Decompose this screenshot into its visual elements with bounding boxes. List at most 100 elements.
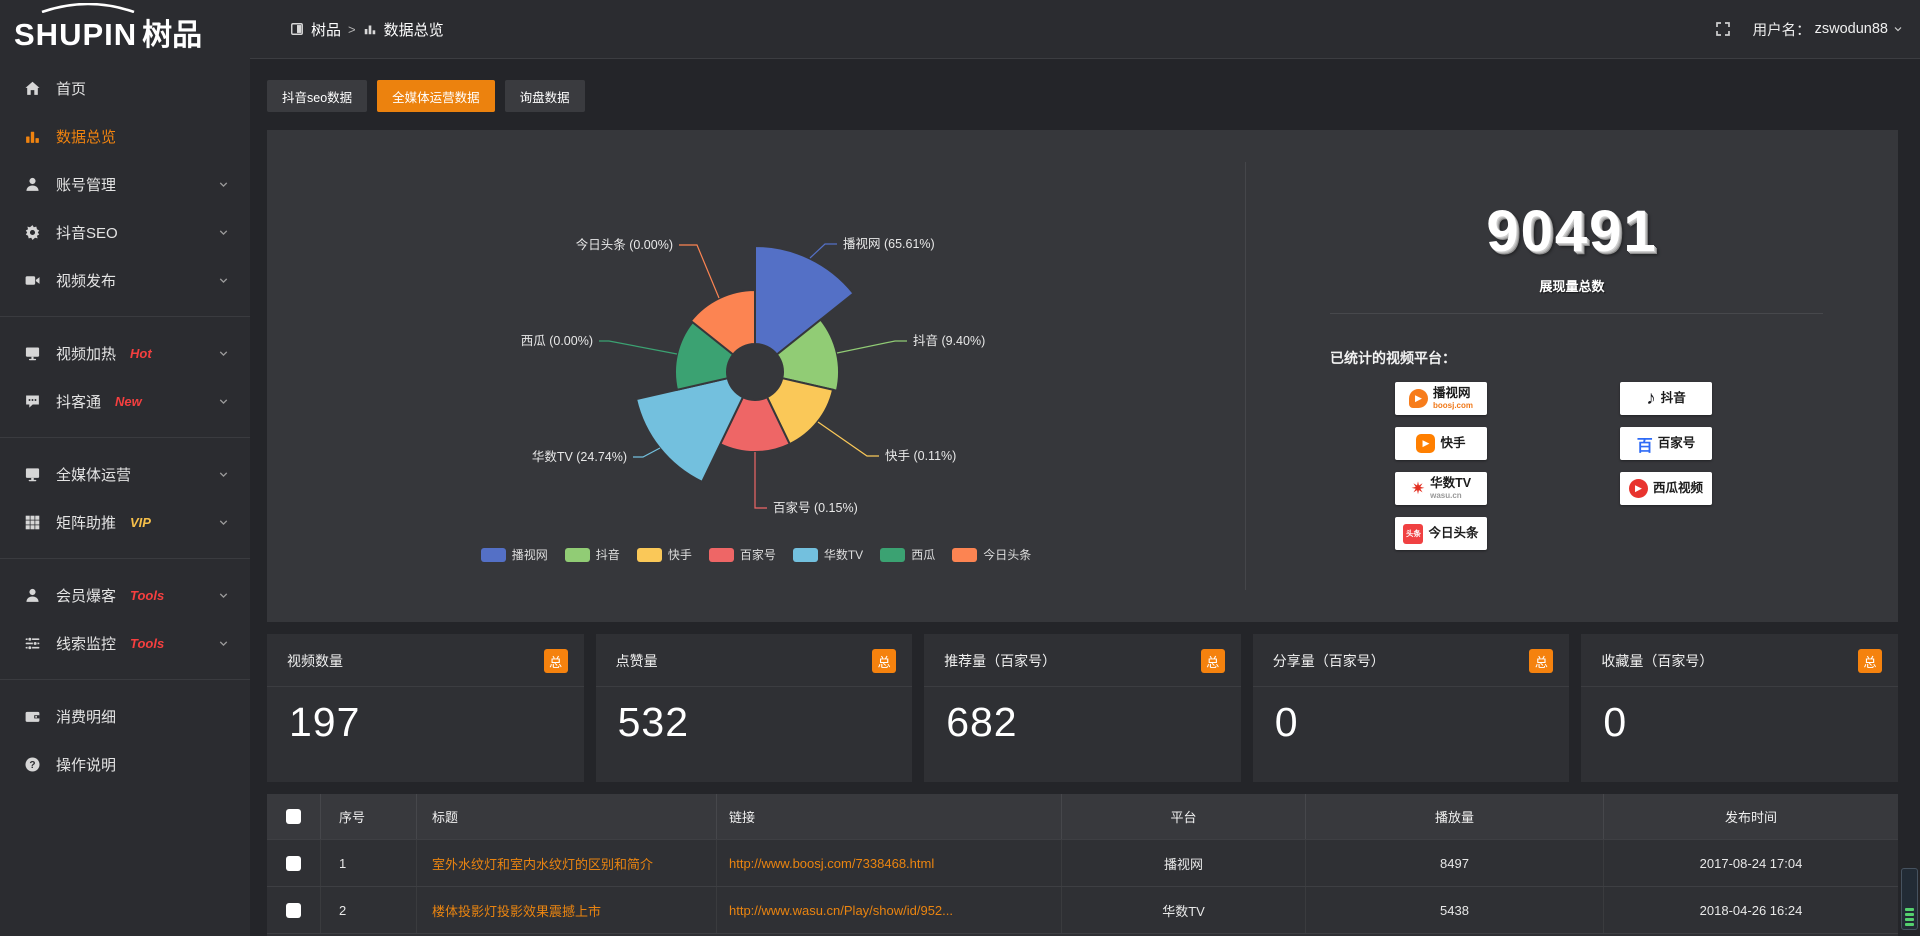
sidebar-item-label: 线索监控	[56, 633, 116, 654]
sidebar-item-operation-guide[interactable]: ?操作说明	[0, 740, 250, 788]
total-badge[interactable]: 总	[1529, 649, 1553, 673]
pie-label: 今日头条 (0.00%)	[576, 237, 673, 252]
pie-label-line	[818, 422, 879, 456]
row-checkbox[interactable]	[286, 903, 301, 918]
stat-card-3: 分享量（百家号）总0	[1253, 634, 1570, 782]
legend-item-xigua[interactable]: 西瓜	[880, 546, 935, 563]
row-checkbox[interactable]	[286, 856, 301, 871]
douyin-logo-icon: ♪	[1646, 388, 1656, 410]
sidebar-item-douketong[interactable]: 抖客通New	[0, 377, 250, 425]
platform-chip-kuaishou: ▶快手	[1395, 427, 1487, 460]
sidebar-item-consume-detail[interactable]: 消费明细	[0, 692, 250, 740]
sidebar-item-data-overview[interactable]: 数据总览	[0, 112, 250, 160]
sidebar: SHUPIN树品 首页数据总览账号管理抖音SEO视频发布视频加热Hot抖客通Ne…	[0, 0, 250, 936]
stat-card-label: 收藏量（百家号）	[1601, 651, 1713, 671]
videos-table: 序号标题链接平台播放量发布时间1室外水纹灯和室内水纹灯的区别和简介http://…	[267, 794, 1898, 936]
platform-share-chart: 播视网 (65.61%)抖音 (9.40%)快手 (0.11%)百家号 (0.1…	[267, 130, 1245, 622]
sidebar-item-label: 视频加热	[56, 343, 116, 364]
video-icon	[24, 272, 43, 289]
sidebar-item-label: 账号管理	[56, 174, 116, 195]
sidebar-item-member-burst[interactable]: 会员爆客 Tools	[0, 571, 250, 619]
sidebar-item-badge: Hot	[130, 346, 152, 361]
total-badge[interactable]: 总	[544, 649, 568, 673]
pie-label: 抖音 (9.40%)	[913, 333, 985, 348]
total-badge[interactable]: 总	[1858, 649, 1882, 673]
tab-douyin-seo-data[interactable]: 抖音seo数据	[267, 80, 367, 112]
legend-item-douyin[interactable]: 抖音	[565, 546, 620, 563]
sidebar-item-douyin-seo[interactable]: 抖音SEO	[0, 208, 250, 256]
stat-card-label: 推荐量（百家号）	[944, 651, 1056, 671]
topbar-right: 用户名：zswodun88	[1715, 19, 1904, 40]
sidebar-item-matrix-boost[interactable]: 矩阵助推VIP	[0, 498, 250, 546]
legend-item-kuaishou[interactable]: 快手	[637, 546, 692, 563]
breadcrumb: 树品 > 数据总览	[290, 19, 444, 40]
app-square-icon	[290, 22, 304, 36]
sidebar-item-video-heat[interactable]: 视频加热 Hot	[0, 329, 250, 377]
scroll-widget[interactable]	[1901, 868, 1918, 930]
sidebar-item-label: 会员爆客	[56, 585, 116, 606]
chevron-down-icon	[217, 637, 230, 650]
legend-label: 抖音	[596, 546, 620, 563]
stat-card-label: 视频数量	[287, 651, 343, 671]
pie-slice-wasu[interactable]	[636, 378, 743, 482]
sidebar-item-home[interactable]: 首页	[0, 64, 250, 112]
table-row-2: 2楼体投影灯投影效果震撼上市http://www.wasu.cn/Play/sh…	[267, 886, 1898, 933]
cell-title-link[interactable]: 室外水纹灯和室内水纹灯的区别和简介	[417, 840, 717, 886]
legend-item-wasu[interactable]: 华数TV	[793, 546, 863, 563]
platform-chip-baijiahao: 百百家号	[1620, 427, 1712, 460]
logo-text: SHUPIN	[14, 17, 137, 52]
platform-chip-xigua: ▶西瓜视频	[1620, 472, 1712, 505]
sidebar-item-badge: New	[115, 394, 142, 409]
cell-title-link[interactable]: 楼体投影灯投影效果震撼上市	[417, 887, 717, 933]
xigua-logo-icon: ▶	[1629, 479, 1648, 498]
pie-label-line	[599, 341, 677, 354]
user-icon	[24, 587, 43, 604]
stat-card-value: 0	[1253, 687, 1570, 746]
sidebar-item-omni-media[interactable]: 全媒体运营	[0, 450, 250, 498]
cell-time: 2017-08-24 17:04	[1604, 840, 1898, 886]
col-header-no: 序号	[321, 794, 417, 839]
cell-url-link[interactable]: http://www.wasu.cn/Play/show/id/952...	[717, 887, 1062, 933]
stat-card-label: 点赞量	[616, 651, 658, 671]
user-menu[interactable]: 用户名：zswodun88	[1753, 19, 1904, 40]
scroll-widget-bar	[1905, 908, 1914, 911]
total-badge[interactable]: 总	[1201, 649, 1225, 673]
scroll-widget-bar	[1905, 913, 1914, 916]
tab-omni-media-data[interactable]: 全媒体运营数据	[377, 80, 495, 112]
sidebar-item-label: 首页	[56, 78, 86, 99]
legend-label: 播视网	[512, 546, 548, 563]
sidebar-divider	[0, 437, 250, 438]
platform-chip-douyin: ♪抖音	[1620, 382, 1712, 415]
chevron-down-icon	[217, 226, 230, 239]
platform-name: 华数TV	[1430, 477, 1471, 490]
sliders-icon	[24, 635, 43, 652]
legend-item-baijiahao[interactable]: 百家号	[709, 546, 776, 563]
pie-label-line	[633, 448, 660, 457]
legend-item-toutiao[interactable]: 今日头条	[952, 546, 1031, 563]
chevron-down-icon	[217, 516, 230, 529]
legend-item-boosj[interactable]: 播视网	[481, 546, 548, 563]
stat-card-value: 532	[596, 687, 913, 746]
chevron-down-icon	[217, 347, 230, 360]
sidebar-item-badge: Tools	[130, 588, 164, 603]
sidebar-item-account-manage[interactable]: 账号管理	[0, 160, 250, 208]
baijiahao-logo-icon: 百	[1637, 432, 1653, 456]
sidebar-divider	[0, 316, 250, 317]
grid-icon	[24, 514, 43, 531]
col-header-title: 标题	[417, 794, 717, 839]
total-badge[interactable]: 总	[872, 649, 896, 673]
table-row-1: 1室外水纹灯和室内水纹灯的区别和简介http://www.boosj.com/7…	[267, 839, 1898, 886]
breadcrumb-root[interactable]: 树品	[311, 19, 341, 40]
fullscreen-icon[interactable]	[1715, 21, 1731, 37]
select-all-checkbox[interactable]	[286, 809, 301, 824]
cell-time: 2018-04-26 16:24	[1604, 887, 1898, 933]
chat-icon	[24, 393, 43, 410]
sidebar-item-video-publish[interactable]: 视频发布	[0, 256, 250, 304]
chart-legend: 播视网 抖音快手百家号华数TV 西瓜今日头条	[267, 546, 1245, 563]
topbar: 树品 > 数据总览 用户名：zswodun88	[250, 0, 1920, 59]
platform-name: 百家号	[1658, 437, 1696, 450]
sidebar-item-clue-monitor[interactable]: 线索监控Tools	[0, 619, 250, 667]
cell-url-link[interactable]: http://www.boosj.com/7338468.html	[717, 840, 1062, 886]
tab-inquiry-data[interactable]: 询盘数据	[505, 80, 585, 112]
svg-text:?: ?	[29, 759, 35, 770]
